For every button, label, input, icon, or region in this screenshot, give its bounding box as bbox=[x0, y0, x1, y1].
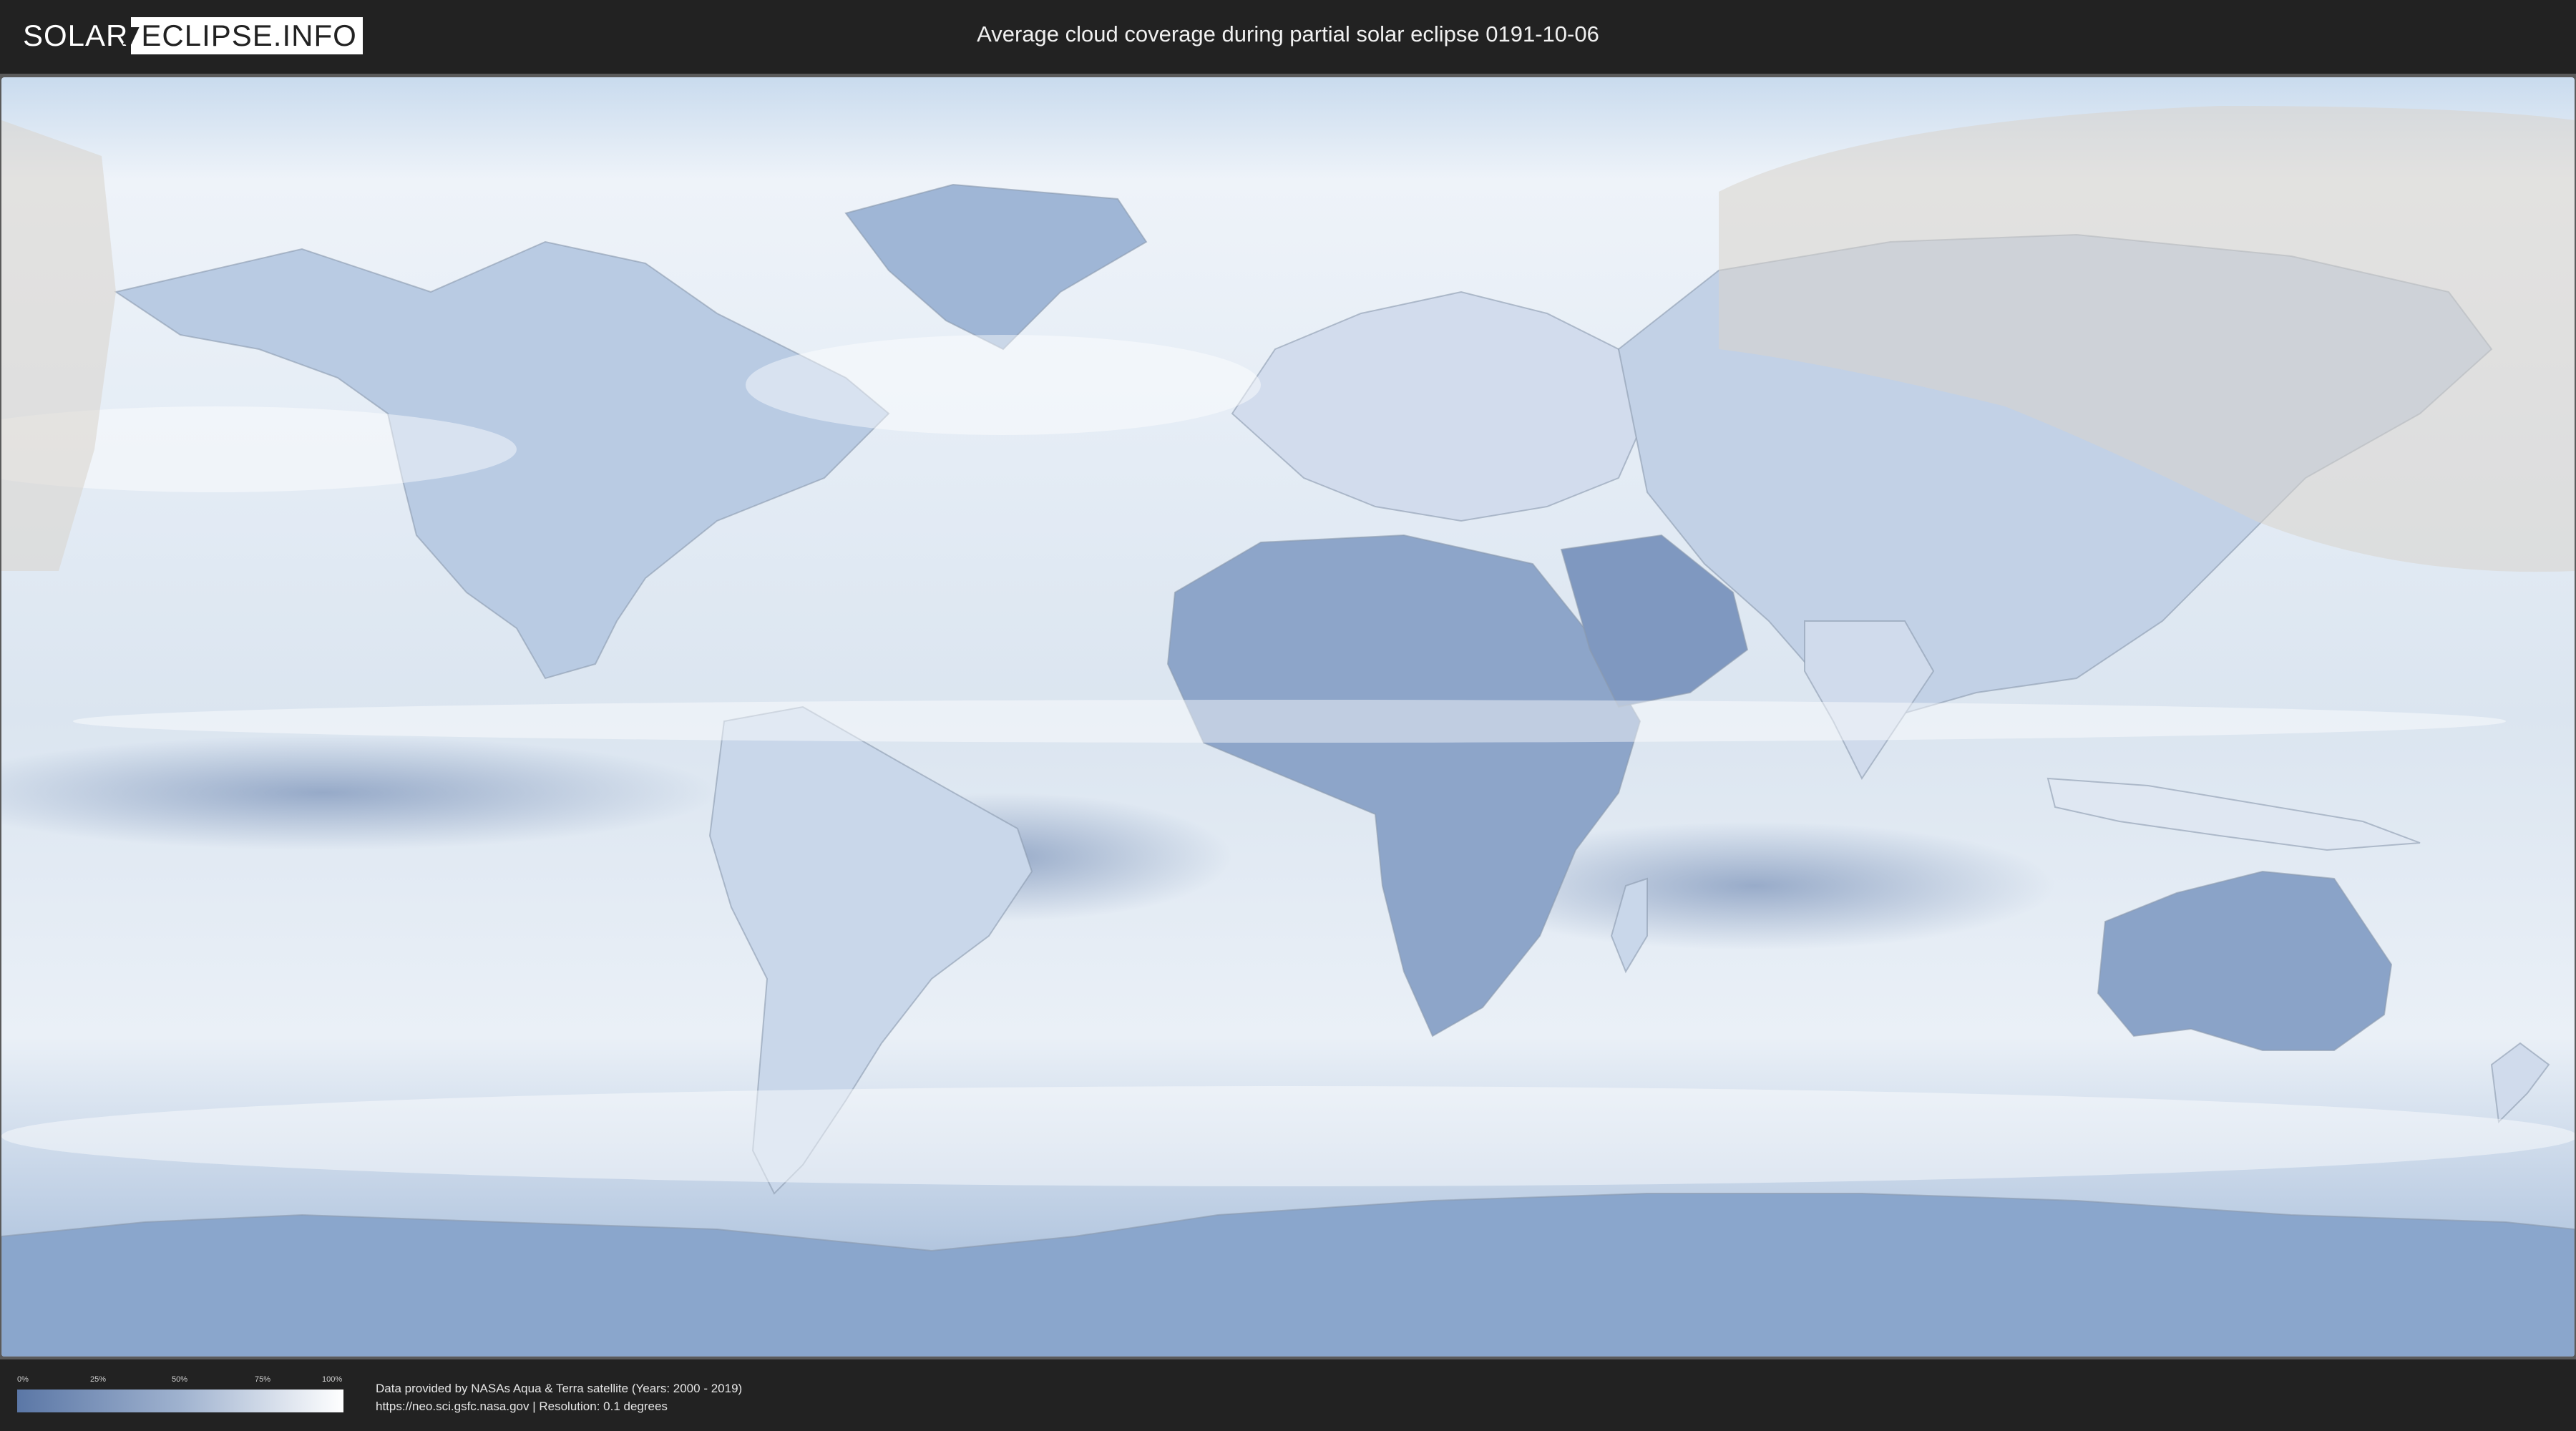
credit-line-2[interactable]: https://neo.sci.gsfc.nasa.gov | Resoluti… bbox=[376, 1397, 742, 1415]
legend-color-bar bbox=[17, 1390, 343, 1412]
cloud-streak-north-atlantic bbox=[746, 335, 1261, 435]
legend-tick-50: 50% bbox=[172, 1375, 188, 1384]
cloud-coverage-map[interactable] bbox=[1, 77, 2575, 1357]
cloud-streak-southern-ocean bbox=[1, 1086, 2575, 1186]
cloud-streak-itcz bbox=[73, 700, 2506, 743]
legend-tick-75: 75% bbox=[255, 1375, 271, 1384]
legend-tick-0: 0% bbox=[17, 1375, 29, 1384]
credit-line-1: Data provided by NASAs Aqua & Terra sate… bbox=[376, 1382, 743, 1395]
footer-bar: 0% 25% 50% 75% 100% Data provided by NAS… bbox=[0, 1359, 2576, 1431]
antarctica-landmass bbox=[1, 1193, 2575, 1357]
page-title: Average cloud coverage during partial so… bbox=[977, 21, 1599, 47]
legend-tick-25: 25% bbox=[90, 1375, 107, 1384]
header-bar: SOLAR ECLIPSE.INFO Average cloud coverag… bbox=[0, 0, 2576, 72]
data-credits: Data provided by NASAs Aqua & Terra sate… bbox=[376, 1379, 742, 1415]
map-svg bbox=[1, 77, 2575, 1357]
legend-tick-100: 100% bbox=[322, 1375, 343, 1384]
legend-ticks: 0% 25% 50% 75% 100% bbox=[17, 1375, 343, 1387]
cloud-coverage-legend: 0% 25% 50% 75% 100% bbox=[17, 1375, 343, 1412]
